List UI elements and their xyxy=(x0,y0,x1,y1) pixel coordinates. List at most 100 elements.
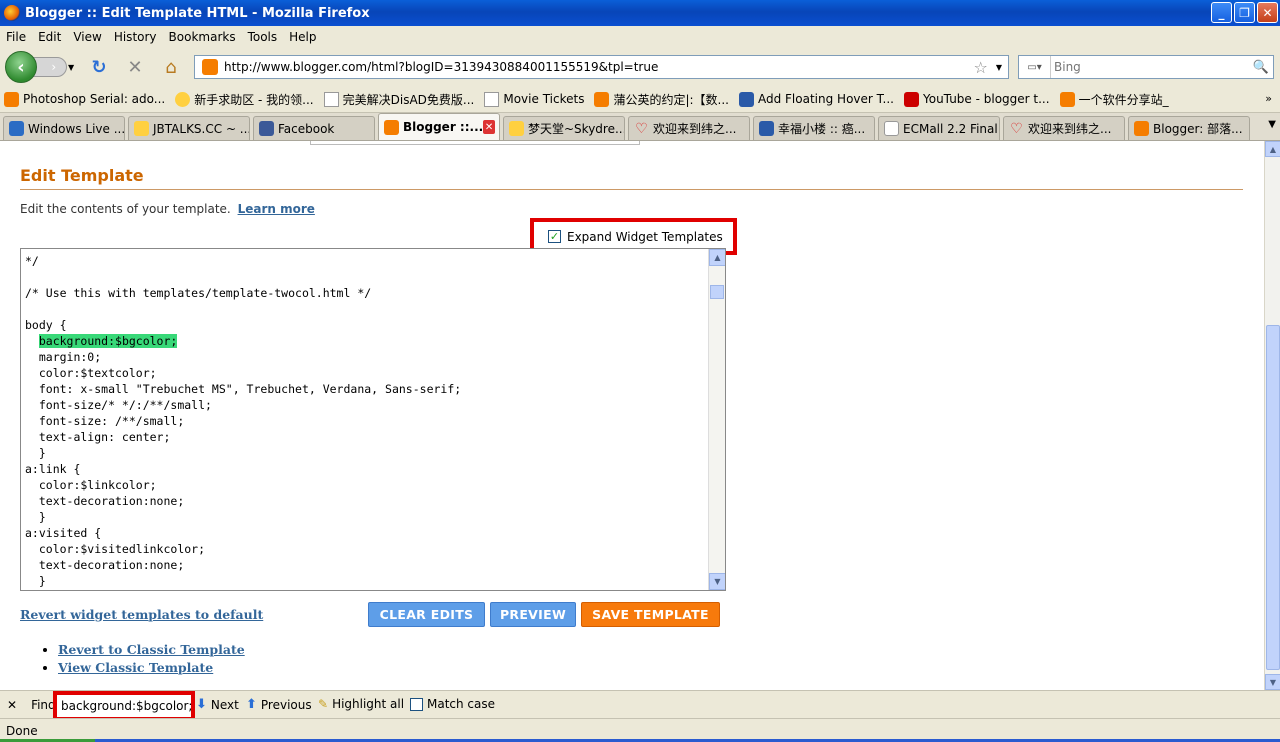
home-icon[interactable]: ⌂ xyxy=(160,57,182,78)
maximize-button[interactable]: ❐ xyxy=(1234,2,1255,23)
tab-ecmall[interactable]: ECMall 2.2 Final... xyxy=(878,116,1000,140)
tab-happiness[interactable]: 幸福小楼 :: 癌... xyxy=(753,116,875,140)
forward-arrow-icon: › xyxy=(43,60,57,74)
preview-button[interactable]: PREVIEW xyxy=(490,602,576,627)
find-close-icon[interactable]: ✕ xyxy=(7,698,17,712)
scroll-down-icon[interactable]: ▼ xyxy=(709,573,725,590)
find-bar: ✕ Find: background:$bgcolor; ⬇ Next ⬆ Pr… xyxy=(0,690,1280,721)
speech-icon xyxy=(759,121,774,136)
editor-scrollbar[interactable]: ▲ ▼ xyxy=(708,249,725,590)
search-engine-icon[interactable]: ▭▾ xyxy=(1019,56,1051,78)
page-scrollbar[interactable]: ▲ ▼ xyxy=(1264,141,1280,690)
reload-icon[interactable]: ↻ xyxy=(88,57,110,78)
history-dropdown-icon[interactable]: ▼ xyxy=(68,63,74,72)
revert-classic-link[interactable]: Revert to Classic Template xyxy=(58,642,245,657)
code-line: } xyxy=(25,574,46,588)
menu-help[interactable]: Help xyxy=(283,30,322,44)
stop-icon[interactable]: ✕ xyxy=(124,57,146,78)
firefox-icon xyxy=(4,5,20,21)
code-line: } xyxy=(25,510,46,524)
page-description: Edit the contents of your template. Lear… xyxy=(20,202,315,216)
status-text: Done xyxy=(6,723,38,738)
expand-checkbox[interactable]: ✓ xyxy=(548,230,561,243)
bookmark-item[interactable]: 完美解决DisAD免费版... xyxy=(323,91,474,108)
bookmark-item[interactable]: 蒲公英的约定|:【数... xyxy=(594,91,729,108)
tab-blogger-2[interactable]: Blogger: 部落... xyxy=(1128,116,1250,140)
list-item: Revert to Classic Template xyxy=(58,641,245,659)
revert-widget-templates-link[interactable]: Revert widget templates to default xyxy=(20,607,263,622)
search-icon[interactable]: 🔍 xyxy=(1253,60,1269,75)
match-case-box[interactable] xyxy=(410,697,423,711)
back-button[interactable]: ‹ xyxy=(5,51,37,83)
arrow-down-icon: ⬇ xyxy=(196,697,207,712)
view-classic-link[interactable]: View Classic Template xyxy=(58,660,213,675)
forward-button[interactable]: › xyxy=(33,57,67,77)
page-scroll-thumb[interactable] xyxy=(1266,325,1280,670)
clear-edits-button[interactable]: CLEAR EDITS xyxy=(368,602,485,627)
menu-bookmarks[interactable]: Bookmarks xyxy=(163,30,242,44)
search-input[interactable] xyxy=(1051,60,1253,74)
tab-close-icon[interactable]: ✕ xyxy=(483,120,495,134)
page-scroll-up-icon[interactable]: ▲ xyxy=(1265,141,1280,157)
blogger-icon xyxy=(1134,121,1149,136)
find-next-button[interactable]: ⬇ Next xyxy=(196,697,239,712)
menu-view[interactable]: View xyxy=(67,30,107,44)
tab-welcome-1[interactable]: ♡ 欢迎来到纬之... xyxy=(628,116,750,140)
find-input-value[interactable]: background:$bgcolor; xyxy=(61,699,192,713)
menu-history[interactable]: History xyxy=(108,30,163,44)
close-button[interactable]: ✕ xyxy=(1257,2,1278,23)
menu-file[interactable]: File xyxy=(0,30,32,44)
bookmark-item[interactable]: Photoshop Serial: ado... xyxy=(4,91,165,107)
code-line: text-decoration:none; xyxy=(25,558,185,572)
site-favicon-icon xyxy=(202,59,218,75)
bookmark-item[interactable]: 新手求助区 - 我的领... xyxy=(175,91,314,108)
arrow-up-icon: ⬆ xyxy=(246,697,257,712)
page-title: Edit Template xyxy=(20,166,144,185)
menu-tools[interactable]: Tools xyxy=(242,30,284,44)
bookmarks-overflow-icon[interactable]: » xyxy=(1265,92,1272,105)
menu-edit[interactable]: Edit xyxy=(32,30,67,44)
tab-facebook[interactable]: Facebook xyxy=(253,116,375,140)
save-template-button[interactable]: SAVE TEMPLATE xyxy=(581,602,720,627)
url-dropdown-icon[interactable]: ▼ xyxy=(996,63,1002,72)
tab-welcome-2[interactable]: ♡ 欢迎来到纬之... xyxy=(1003,116,1125,140)
tab-skydream[interactable]: 梦天堂~Skydre... xyxy=(503,116,625,140)
tab-windows-live[interactable]: Windows Live ... xyxy=(3,116,125,140)
tab-blogger-active[interactable]: Blogger ::... ✕ xyxy=(378,113,500,140)
windows-live-icon xyxy=(9,121,24,136)
bookmark-item[interactable]: Movie Tickets xyxy=(484,91,584,107)
code-line-highlighted: background:$bgcolor; xyxy=(25,333,461,349)
highlighter-icon: ✎ xyxy=(318,697,329,711)
find-previous-button[interactable]: ⬆ Previous xyxy=(246,697,312,712)
minimize-button[interactable]: _ xyxy=(1211,2,1232,23)
learn-more-link[interactable]: Learn more xyxy=(238,202,315,216)
bookmark-item[interactable]: YouTube - blogger t... xyxy=(904,91,1050,107)
code-line: */ xyxy=(25,254,39,268)
search-bar[interactable]: ▭▾ 🔍 xyxy=(1018,55,1274,79)
description-text: Edit the contents of your template. xyxy=(20,202,231,216)
tabs-overflow-icon[interactable]: ▼ xyxy=(1268,119,1276,130)
bookmark-item[interactable]: 一个软件分享站_ xyxy=(1059,91,1169,108)
url-text[interactable]: http://www.blogger.com/html?blogID=31394… xyxy=(224,60,974,74)
template-code[interactable]: */ /* Use this with templates/template-t… xyxy=(25,253,461,589)
navigation-toolbar: › ‹ ▼ ↻ ✕ ⌂ http://www.blogger.com/html?… xyxy=(0,48,1280,86)
code-line: a:link { xyxy=(25,462,81,476)
find-input[interactable]: background:$bgcolor; xyxy=(53,691,195,721)
editor-scroll-thumb[interactable] xyxy=(710,285,724,299)
bookmark-star-icon[interactable]: ☆ xyxy=(974,58,988,77)
tab-strip: Windows Live ... JBTALKS.CC ~ ... Facebo… xyxy=(0,113,1280,141)
template-editor[interactable]: */ /* Use this with templates/template-t… xyxy=(20,248,726,591)
scroll-up-icon[interactable]: ▲ xyxy=(709,249,725,266)
code-line: color:$visitedlinkcolor; xyxy=(25,542,206,556)
url-bar[interactable]: http://www.blogger.com/html?blogID=31394… xyxy=(194,55,1009,79)
code-line: } xyxy=(25,446,46,460)
code-line: margin:0; xyxy=(25,350,102,364)
page-scroll-down-icon[interactable]: ▼ xyxy=(1265,674,1280,690)
smiley-icon xyxy=(175,91,191,107)
match-case-checkbox[interactable]: Match case xyxy=(410,697,495,711)
bookmark-item[interactable]: Add Floating Hover T... xyxy=(738,91,894,107)
code-line: color:$textcolor; xyxy=(25,366,157,380)
highlight-all-button[interactable]: ✎ Highlight all xyxy=(318,697,404,711)
tab-jbtalks[interactable]: JBTALKS.CC ~ ... xyxy=(128,116,250,140)
